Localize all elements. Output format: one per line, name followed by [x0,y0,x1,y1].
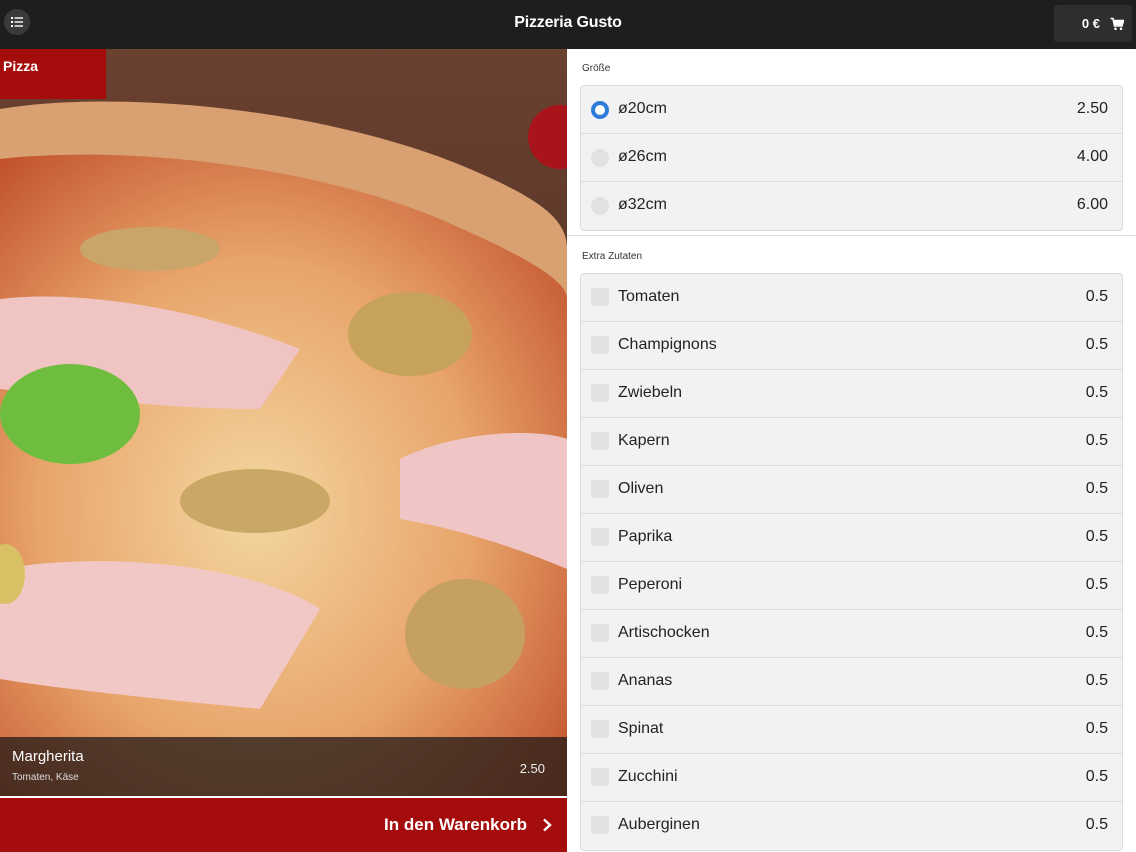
add-to-cart-button[interactable]: In den Warenkorb [0,798,567,852]
extra-option[interactable]: Zwiebeln 0.5 [581,370,1122,418]
chevron-right-icon [543,818,552,832]
extra-label: Peperoni [618,576,683,593]
extra-label: Ananas [618,672,673,689]
extra-price: 0.5 [1085,384,1108,401]
checkbox[interactable] [591,336,609,354]
extra-label: Zucchini [618,768,678,785]
extra-option[interactable]: Zucchini 0.5 [581,754,1122,802]
extra-label: Champignons [618,336,717,353]
category-badge: Pizza [0,49,106,99]
extra-option[interactable]: Kapern 0.5 [581,418,1122,466]
extra-label: Paprika [618,528,673,545]
radio-button[interactable] [591,101,609,119]
extras-options: Tomaten 0.5 Champignons 0.5 Zwiebeln 0.5 Ka… [580,273,1123,851]
extra-option[interactable]: Tomaten 0.5 [581,274,1122,322]
checkbox[interactable] [591,576,609,594]
extra-price: 0.5 [1085,432,1108,449]
product-name: Margherita [12,748,84,765]
size-option[interactable]: ø20cm 2.50 [581,86,1122,134]
radio-button[interactable] [591,149,609,167]
extra-price: 0.5 [1085,720,1108,737]
pizza-image [0,49,567,796]
checkbox[interactable] [591,672,609,690]
divider [567,235,1136,236]
extra-option[interactable]: Peperoni 0.5 [581,562,1122,610]
extra-price: 0.5 [1085,480,1108,497]
extra-label: Kapern [618,432,670,449]
extra-price: 0.5 [1085,624,1108,641]
size-price: 4.00 [1076,148,1108,165]
size-label: ø26cm [618,148,667,165]
app-title: Pizzeria Gusto [514,14,622,31]
extra-label: Artischocken [618,624,710,641]
extra-label: Tomaten [618,288,680,305]
checkbox[interactable] [591,288,609,306]
checkbox[interactable] [591,480,609,498]
top-bar: Pizzeria Gusto 0 € [0,0,1136,49]
checkbox[interactable] [591,624,609,642]
extra-label: Oliven [618,480,664,497]
extra-option[interactable]: Ananas 0.5 [581,658,1122,706]
checkbox[interactable] [591,768,609,786]
extras-section-label: Extra Zutaten [582,251,643,262]
extra-option[interactable]: Paprika 0.5 [581,514,1122,562]
options-panel: Größe ø20cm 2.50 ø26cm 4.00 ø32cm 6.00 E… [567,49,1136,852]
checkbox[interactable] [591,528,609,546]
size-options: ø20cm 2.50 ø26cm 4.00 ø32cm 6.00 [580,85,1123,231]
extra-option[interactable]: Champignons 0.5 [581,322,1122,370]
product-description: Tomaten, Käse [12,772,79,783]
extra-price: 0.5 [1085,768,1108,785]
extra-price: 0.5 [1085,528,1108,545]
add-to-cart-label: In den Warenkorb [384,815,527,834]
extra-price: 0.5 [1085,336,1108,353]
cart-total: 0 € [1081,16,1100,31]
extra-option[interactable]: Artischocken 0.5 [581,610,1122,658]
extra-option[interactable]: Auberginen 0.5 [581,802,1122,850]
cart-button[interactable]: 0 € [1054,5,1132,42]
extra-price: 0.5 [1085,816,1108,833]
extra-option[interactable]: Oliven 0.5 [581,466,1122,514]
checkbox[interactable] [591,816,609,834]
size-label: ø20cm [618,100,667,117]
extra-price: 0.5 [1085,576,1108,593]
checkbox[interactable] [591,384,609,402]
product-panel: Pizza Margherita Tomaten, Käse 2.50 In d… [0,49,567,852]
size-label: ø32cm [618,196,667,213]
extra-label: Auberginen [618,816,700,833]
product-price: 2.50 [519,761,545,776]
extra-price: 0.5 [1085,288,1108,305]
checkbox[interactable] [591,720,609,738]
size-option[interactable]: ø26cm 4.00 [581,134,1122,182]
extra-label: Spinat [618,720,664,737]
size-price: 2.50 [1076,100,1108,117]
size-price: 6.00 [1076,196,1108,213]
size-option[interactable]: ø32cm 6.00 [581,182,1122,230]
extra-label: Zwiebeln [618,384,683,401]
radio-button[interactable] [591,197,609,215]
extra-option[interactable]: Spinat 0.5 [581,706,1122,754]
checkbox[interactable] [591,432,609,450]
size-section-label: Größe [582,63,611,74]
extra-price: 0.5 [1085,672,1108,689]
product-info: Margherita Tomaten, Käse 2.50 [0,737,567,796]
cart-icon [1110,17,1124,30]
